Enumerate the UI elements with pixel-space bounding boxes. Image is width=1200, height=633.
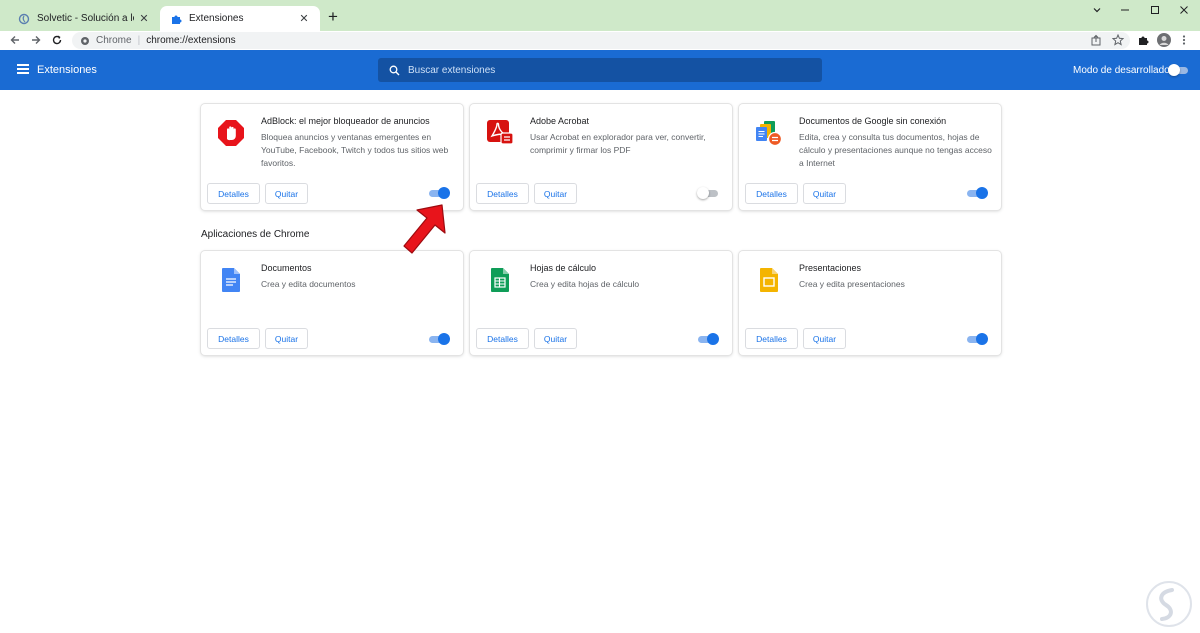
- app-description: Crea y edita hojas de cálculo: [530, 279, 640, 289]
- tab-solvetic[interactable]: Solvetic - Solución a los problem ✕: [8, 6, 160, 31]
- details-button[interactable]: Detalles: [745, 183, 798, 204]
- more-menu-icon[interactable]: [1178, 34, 1190, 46]
- extension-description: Bloquea anuncios y ventanas emergentes e…: [261, 132, 449, 168]
- new-tab-button[interactable]: +: [324, 8, 342, 26]
- sheets-icon: [486, 266, 514, 294]
- annotation-arrow-icon: [403, 204, 446, 254]
- app-name: Hojas de cálculo: [530, 263, 597, 273]
- section-title-chrome-apps: Aplicaciones de Chrome: [201, 229, 310, 240]
- maximize-icon[interactable]: [1141, 0, 1169, 20]
- search-input[interactable]: [408, 64, 798, 76]
- app-name: Presentaciones: [799, 263, 862, 273]
- enable-toggle[interactable]: [966, 333, 988, 345]
- forward-icon[interactable]: [28, 32, 44, 48]
- app-card-slides: Presentaciones Crea y edita presentacion…: [739, 251, 1001, 355]
- app-card-sheets: Hojas de cálculo Crea y edita hojas de c…: [470, 251, 732, 355]
- extension-card-adblock: AdBlock: el mejor bloqueador de anuncios…: [201, 104, 463, 210]
- watermark-logo-icon: [1146, 581, 1192, 627]
- details-button[interactable]: Detalles: [745, 328, 798, 349]
- details-button[interactable]: Detalles: [476, 183, 529, 204]
- app-description: Crea y edita presentaciones: [799, 279, 905, 289]
- puzzle-icon: [170, 13, 182, 25]
- details-button[interactable]: Detalles: [207, 183, 260, 204]
- enable-toggle[interactable]: [697, 333, 719, 345]
- search-box[interactable]: [378, 58, 822, 82]
- browser-toolbar: Chrome | chrome://extensions: [0, 31, 1200, 50]
- app-card-docs: Documentos Crea y edita documentos Detal…: [201, 251, 463, 355]
- tab-strip: Solvetic - Solución a los problem ✕ Exte…: [0, 0, 1200, 31]
- extension-card-docs-offline: Documentos de Google sin conexión Edita,…: [739, 104, 1001, 210]
- remove-button[interactable]: Quitar: [265, 328, 308, 349]
- dev-mode-toggle[interactable]: [1168, 64, 1190, 76]
- reload-icon[interactable]: [49, 32, 65, 48]
- enable-toggle[interactable]: [697, 187, 719, 199]
- back-icon[interactable]: [7, 32, 23, 48]
- google-docs-offline-icon: [755, 119, 783, 147]
- extension-name: Documentos de Google sin conexión: [799, 116, 947, 126]
- remove-button[interactable]: Quitar: [534, 183, 577, 204]
- share-icon[interactable]: [1090, 34, 1102, 46]
- remove-button[interactable]: Quitar: [534, 328, 577, 349]
- bookmark-star-icon[interactable]: [1112, 34, 1124, 46]
- enable-toggle[interactable]: [966, 187, 988, 199]
- chrome-page-icon[interactable]: [80, 36, 90, 46]
- app-name: Documentos: [261, 263, 312, 273]
- adblock-icon: [217, 119, 245, 147]
- details-button[interactable]: Detalles: [476, 328, 529, 349]
- tab-close-icon[interactable]: ✕: [298, 13, 310, 25]
- extension-description: Edita, crea y consulta tus documentos, h…: [799, 132, 992, 168]
- extension-name: Adobe Acrobat: [530, 116, 590, 126]
- tab-close-icon[interactable]: ✕: [138, 13, 150, 25]
- page-title: Extensiones: [37, 64, 97, 76]
- remove-button[interactable]: Quitar: [265, 183, 308, 204]
- details-button[interactable]: Detalles: [207, 328, 260, 349]
- omnibox-separator: |: [137, 35, 141, 46]
- tab-title: Solvetic - Solución a los problem: [37, 13, 134, 24]
- docs-icon: [217, 266, 245, 294]
- enable-toggle[interactable]: [428, 333, 450, 345]
- profile-avatar[interactable]: [1157, 33, 1171, 47]
- extensions-puzzle-icon[interactable]: [1137, 34, 1149, 46]
- dev-mode-label: Modo de desarrollador: [1073, 65, 1174, 76]
- minimize-icon[interactable]: [1111, 0, 1139, 20]
- tab-extensions[interactable]: Extensiones ✕: [160, 6, 320, 31]
- tab-search-icon[interactable]: [1083, 0, 1111, 20]
- enable-toggle[interactable]: [428, 187, 450, 199]
- tab-title: Extensiones: [189, 13, 244, 24]
- acrobat-icon: [486, 119, 514, 147]
- solvetic-favicon: [18, 13, 30, 25]
- omnibox-url: chrome://extensions: [146, 35, 236, 46]
- extensions-header: Extensiones Modo de desarrollador: [0, 50, 1200, 90]
- extension-name: AdBlock: el mejor bloqueador de anuncios: [261, 116, 430, 126]
- address-bar[interactable]: Chrome | chrome://extensions: [72, 32, 1130, 49]
- remove-button[interactable]: Quitar: [803, 328, 846, 349]
- extension-card-acrobat: Adobe Acrobat Usar Acrobat en explorador…: [470, 104, 732, 210]
- omnibox-origin: Chrome: [96, 35, 132, 46]
- app-description: Crea y edita documentos: [261, 279, 356, 289]
- search-icon: [388, 64, 400, 76]
- extension-description: Usar Acrobat en explorador para ver, con…: [530, 132, 706, 155]
- window-close-icon[interactable]: [1170, 0, 1198, 20]
- menu-icon[interactable]: [17, 64, 29, 74]
- slides-icon: [755, 266, 783, 294]
- remove-button[interactable]: Quitar: [803, 183, 846, 204]
